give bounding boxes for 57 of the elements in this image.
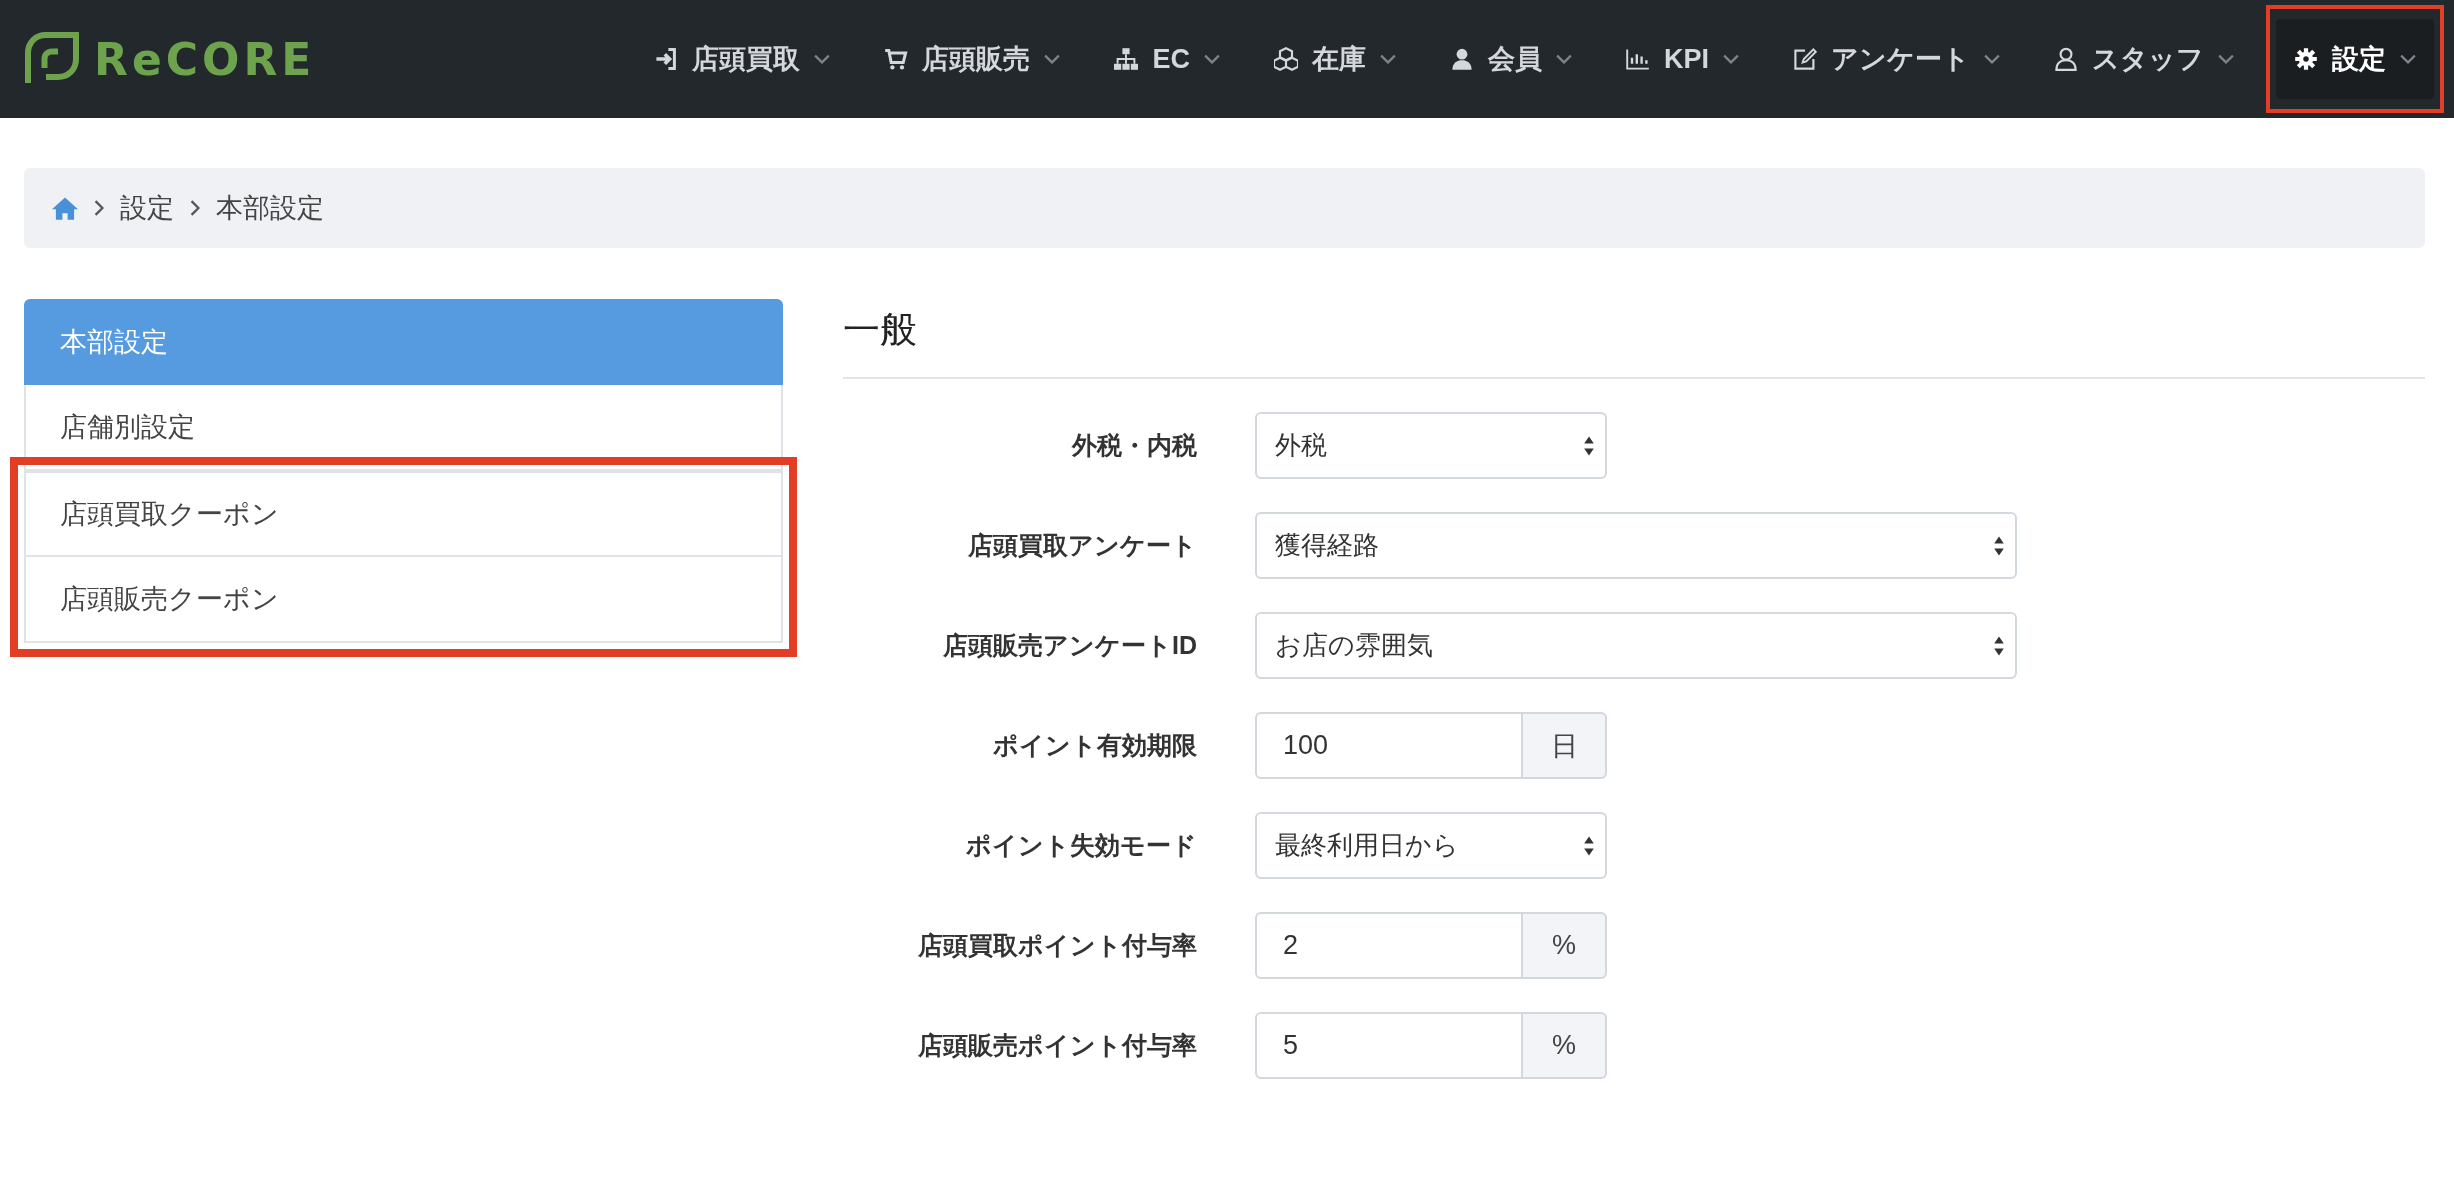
- chevron-down-icon: [814, 54, 831, 64]
- select-field[interactable]: お店の雰囲気: [1255, 612, 2017, 679]
- field-label: ポイント失効モード: [965, 830, 1197, 861]
- input-field[interactable]: 100: [1255, 712, 1523, 779]
- nav-menu-item[interactable]: スタッフ: [2036, 19, 2252, 99]
- nav-menu-item[interactable]: 会員: [1432, 19, 1590, 99]
- home-icon: [52, 196, 78, 220]
- user-icon: [1450, 47, 1474, 71]
- sidebar-item[interactable]: 店舗別設定: [24, 385, 783, 471]
- field-label: ポイント有効期限: [992, 730, 1197, 761]
- chevron-right-icon: [94, 200, 104, 216]
- input-addon: %: [1523, 912, 1607, 979]
- chevron-down-icon: [1204, 54, 1220, 64]
- user-outline-icon: [2054, 47, 2078, 71]
- edit-icon: [1793, 47, 1817, 71]
- cart-icon: [884, 47, 909, 71]
- breadcrumb-item: 本部設定: [216, 192, 324, 225]
- sort-arrows-icon: [1583, 834, 1595, 857]
- nav-menu-item[interactable]: 店頭買取: [636, 19, 849, 99]
- input-addon: 日: [1523, 712, 1607, 779]
- chevron-down-icon: [1984, 54, 2000, 64]
- sign-in-icon: [654, 47, 679, 71]
- chevron-down-icon: [1044, 54, 1061, 64]
- chevron-down-icon: [1380, 54, 1396, 64]
- select-field[interactable]: 獲得経路: [1255, 512, 2017, 579]
- chevron-down-icon: [2218, 54, 2234, 64]
- breadcrumb-item[interactable]: 設定: [120, 190, 174, 226]
- input-addon: %: [1523, 1012, 1607, 1079]
- sort-arrows-icon: [1993, 534, 2005, 557]
- nav-menu-item[interactable]: EC: [1096, 21, 1238, 97]
- sitemap-icon: [1114, 47, 1139, 71]
- field-label: 店頭買取ポイント付与率: [917, 930, 1197, 961]
- bar-chart-icon: [1626, 47, 1650, 71]
- nav-menu-item[interactable]: 店頭販売: [866, 19, 1079, 99]
- field-label: 外税・内税: [1070, 430, 1197, 461]
- chevron-down-icon: [2400, 54, 2416, 64]
- select-field[interactable]: 外税: [1255, 412, 1607, 479]
- field-label: 店頭販売ポイント付与率: [917, 1030, 1197, 1061]
- field-label: 店頭買取アンケート: [967, 530, 1197, 561]
- logo-text: ReCORE: [94, 33, 316, 85]
- sort-arrows-icon: [1583, 434, 1595, 457]
- select-field[interactable]: 最終利用日から: [1255, 812, 1607, 879]
- input-field[interactable]: 2: [1255, 912, 1523, 979]
- chevron-down-icon: [1556, 54, 1572, 64]
- sidebar-item[interactable]: 店頭買取クーポン: [24, 471, 783, 557]
- field-label: 店頭販売アンケートID: [942, 630, 1197, 661]
- sidebar-item[interactable]: 店頭販売クーポン: [24, 557, 783, 643]
- gear-icon: [2294, 47, 2318, 71]
- nav-menu-item[interactable]: KPI: [1608, 21, 1757, 97]
- input-field[interactable]: 5: [1255, 1012, 1523, 1079]
- nav-menu-item[interactable]: 在庫: [1256, 19, 1414, 99]
- nav-menu-item[interactable]: 設定: [2276, 19, 2434, 99]
- sort-arrows-icon: [1993, 634, 2005, 657]
- chevron-down-icon: [1723, 54, 1739, 64]
- nav-menu-item[interactable]: アンケート: [1775, 19, 2018, 99]
- section-title: 一般: [843, 299, 2425, 379]
- chevron-right-icon: [190, 200, 200, 216]
